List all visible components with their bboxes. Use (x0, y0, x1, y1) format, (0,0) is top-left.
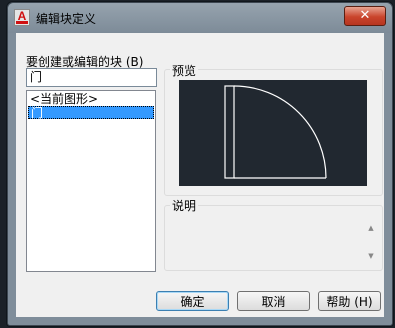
door-block-preview (224, 85, 327, 179)
window-title: 编辑块定义 (36, 12, 97, 26)
dialog-body: 要创建或编辑的块 (B) 门 <当前图形> 门 预览 说明 ▲ ▼ 确定 取消 … (16, 33, 384, 317)
description-title: 说明 (170, 197, 199, 214)
block-name-input[interactable]: 门 (26, 68, 157, 87)
door-swing-arc (233, 85, 327, 179)
title-bar[interactable]: A 编辑块定义 ✕ (8, 3, 392, 33)
description-text[interactable] (171, 213, 363, 265)
block-list[interactable]: <当前图形> 门 (26, 90, 156, 272)
close-button[interactable]: ✕ (344, 6, 386, 26)
list-item-door[interactable]: 门 (28, 106, 154, 120)
close-icon: ✕ (359, 8, 371, 23)
preview-canvas (179, 80, 367, 186)
ok-button[interactable]: 确定 (156, 291, 229, 311)
autocad-icon: A (14, 9, 30, 26)
help-button[interactable]: 帮助 (H) (318, 291, 381, 311)
cancel-button[interactable]: 取消 (237, 291, 310, 311)
scroll-up-icon[interactable]: ▲ (367, 224, 375, 232)
scroll-down-icon[interactable]: ▼ (367, 252, 375, 260)
edit-block-definition-dialog: A 编辑块定义 ✕ 要创建或编辑的块 (B) 门 <当前图形> 门 预览 说明 … (7, 2, 393, 326)
preview-title: 预览 (170, 62, 199, 79)
door-leaf (224, 85, 235, 179)
list-item-current-drawing[interactable]: <当前图形> (28, 93, 154, 106)
